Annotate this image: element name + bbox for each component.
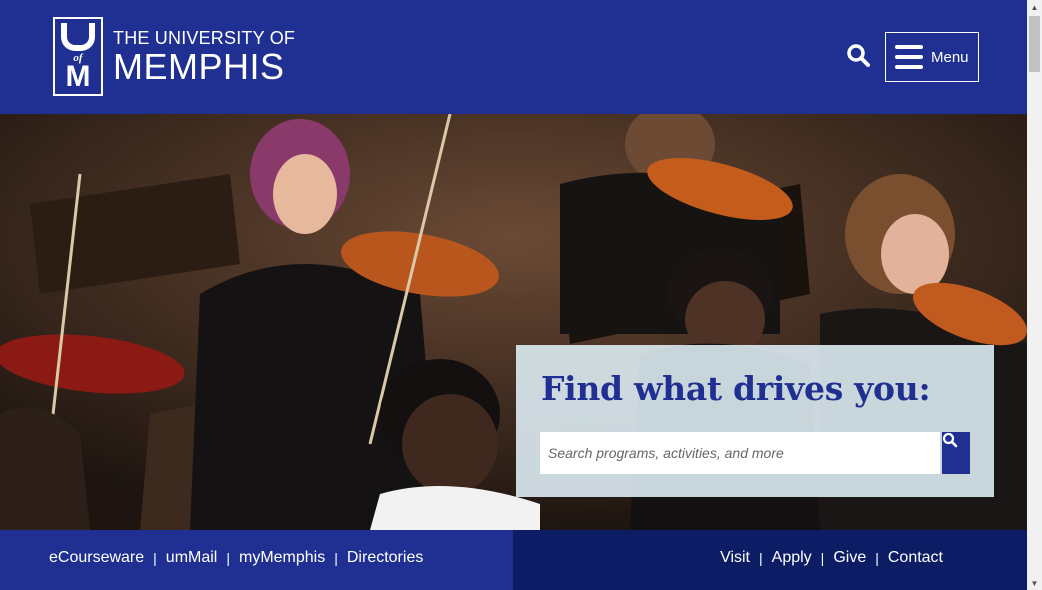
search-icon [942,432,958,448]
scroll-thumb[interactable] [1029,16,1040,72]
header-search-button[interactable] [846,43,872,69]
link-contact[interactable]: Contact [888,549,943,567]
link-directories[interactable]: Directories [347,549,423,567]
link-give[interactable]: Give [833,549,866,567]
quick-links: eCourseware | umMail | myMemphis | Direc… [49,549,424,567]
site-header: of M THE UNIVERSITY OF MEMPHIS Menu [0,0,1027,114]
page-scrollbar[interactable]: ▲ ▼ [1027,0,1042,590]
link-mymemphis[interactable]: myMemphis [239,549,325,567]
program-search-submit-button[interactable] [942,432,970,474]
link-apply[interactable]: Apply [772,549,812,567]
hero-section: Find what drives you: [0,114,1027,530]
quick-links-bar: eCourseware | umMail | myMemphis | Direc… [0,530,513,590]
scroll-up-arrow[interactable]: ▲ [1027,0,1042,14]
hamburger-icon [895,45,923,69]
action-links-bar: Visit | Apply | Give | Contact [513,530,1027,590]
action-links: Visit | Apply | Give | Contact [720,549,943,567]
link-ecourseware[interactable]: eCourseware [49,549,144,567]
scroll-down-arrow[interactable]: ▼ [1027,576,1042,590]
logo-line-2: MEMPHIS [113,45,285,87]
program-search-input[interactable] [540,432,940,474]
find-panel: Find what drives you: [516,345,994,497]
logo-mark-icon: of M [53,17,103,96]
logo-line-1: THE UNIVERSITY OF [113,27,296,48]
search-icon [847,44,870,67]
link-ummail[interactable]: umMail [166,549,218,567]
link-visit[interactable]: Visit [720,549,750,567]
university-logo-link[interactable]: of M THE UNIVERSITY OF MEMPHIS [53,17,295,96]
menu-label: Menu [931,48,969,66]
menu-button[interactable]: Menu [885,32,979,82]
logo-wordmark: THE UNIVERSITY OF MEMPHIS [113,29,295,85]
find-title: Find what drives you: [541,369,931,408]
